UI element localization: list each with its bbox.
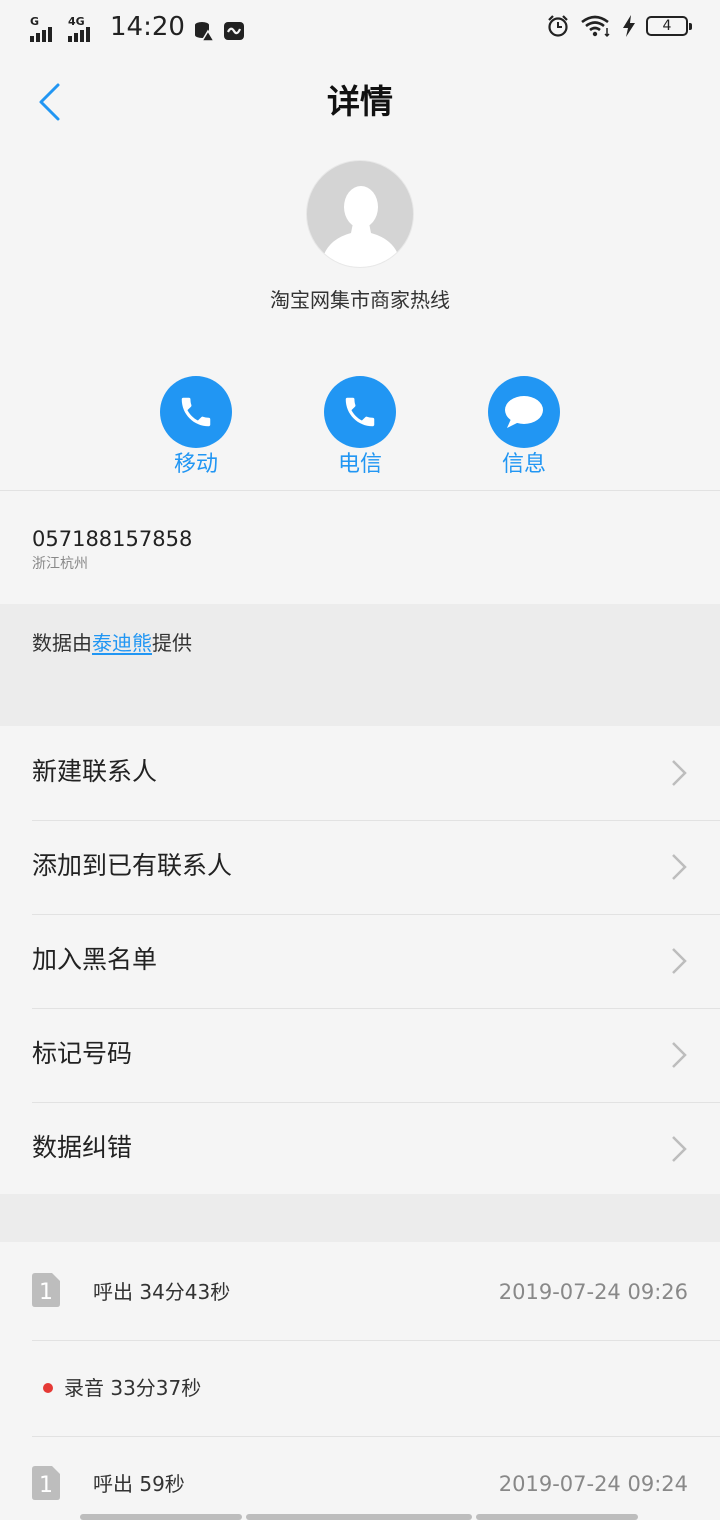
action-label: 信息 xyxy=(501,452,546,477)
call-log-row[interactable]: 1 呼出 34分43秒 2019-07-24 09:26 xyxy=(0,1244,720,1340)
message-icon xyxy=(505,396,543,428)
chevron-right-icon xyxy=(672,1136,687,1162)
call-button-circle[interactable] xyxy=(160,376,232,448)
provider-prefix: 数据由 xyxy=(32,631,92,655)
battery-icon: 4 xyxy=(646,16,692,36)
storage-warning-icon xyxy=(194,22,215,42)
menu-data-correction[interactable]: 数据纠错 xyxy=(0,1102,720,1196)
call-button-circle[interactable] xyxy=(324,376,396,448)
alarm-icon xyxy=(548,15,568,37)
signal-sim1-icon: G xyxy=(30,16,60,42)
menu-label: 新建联系人 xyxy=(32,757,158,786)
menu-label: 数据纠错 xyxy=(32,1133,133,1162)
call-info: 呼出 59秒 xyxy=(93,1472,185,1496)
menu-add-to-existing[interactable]: 添加到已有联系人 xyxy=(0,820,720,914)
menu-new-contact[interactable]: 新建联系人 xyxy=(0,726,720,820)
page-title: 详情 xyxy=(327,82,393,121)
recording-row[interactable]: 录音 33分37秒 xyxy=(0,1340,720,1436)
signal-sim2-icon: 4G xyxy=(68,16,98,42)
sim-slot-label: 1 xyxy=(39,1473,53,1498)
message-button[interactable]: 信息 xyxy=(464,376,584,480)
section-gap xyxy=(0,1194,720,1242)
chevron-right-icon xyxy=(672,948,687,974)
call-info: 呼出 34分43秒 xyxy=(93,1280,231,1304)
data-provider-note: 数据由泰迪熊提供 xyxy=(32,628,192,658)
menu-label: 添加到已有联系人 xyxy=(32,851,233,880)
call-log-row[interactable]: 1 呼出 59秒 2019-07-24 09:24 xyxy=(0,1436,720,1514)
menu-label: 加入黑名单 xyxy=(32,945,158,974)
message-button-circle[interactable] xyxy=(488,376,560,448)
phone-icon xyxy=(181,397,211,427)
sim-card-icon: 1 xyxy=(32,1273,60,1307)
provider-band xyxy=(0,604,720,726)
status-right: 4 xyxy=(546,14,692,38)
avatar xyxy=(306,160,414,268)
phone-number[interactable]: 057188157858 xyxy=(32,525,192,553)
action-label: 电信 xyxy=(337,452,382,477)
menu-mark-number[interactable]: 标记号码 xyxy=(0,1008,720,1102)
wifi-icon xyxy=(581,15,610,38)
chevron-right-icon xyxy=(672,1042,687,1068)
chevron-right-icon xyxy=(672,760,687,786)
status-time: 14:20 xyxy=(110,12,185,42)
call-telecom-button[interactable]: 电信 xyxy=(300,376,420,480)
sim-slot-label: 1 xyxy=(39,1280,53,1305)
recording-info: 录音 33分37秒 xyxy=(64,1376,202,1400)
contact-name: 淘宝网集市商家热线 xyxy=(270,288,450,312)
action-label: 移动 xyxy=(173,452,218,477)
provider-suffix: 提供 xyxy=(152,631,192,655)
phone-icon xyxy=(345,397,375,427)
status-bar: G 4G 14:20 4 xyxy=(0,0,720,56)
call-timestamp: 2019-07-24 09:26 xyxy=(498,1280,688,1304)
menu-blacklist[interactable]: 加入黑名单 xyxy=(0,914,720,1008)
network-type-label: 4G xyxy=(68,15,85,28)
bottom-nav-indicator xyxy=(80,1514,638,1520)
call-mobile-button[interactable]: 移动 xyxy=(136,376,256,480)
provider-link[interactable]: 泰迪熊 xyxy=(92,631,152,655)
call-timestamp: 2019-07-24 09:24 xyxy=(498,1472,688,1496)
divider xyxy=(0,490,720,491)
app-notification-icon xyxy=(223,22,244,40)
phone-location: 浙江杭州 xyxy=(32,556,88,572)
recording-dot-icon xyxy=(43,1383,53,1393)
person-silhouette-icon xyxy=(323,186,399,267)
network-type-label: G xyxy=(30,15,40,28)
charging-icon xyxy=(623,15,635,37)
chevron-right-icon xyxy=(672,854,687,880)
status-left: G 4G 14:20 xyxy=(30,12,245,42)
menu-label: 标记号码 xyxy=(32,1039,133,1068)
sim-card-icon: 1 xyxy=(32,1466,60,1500)
